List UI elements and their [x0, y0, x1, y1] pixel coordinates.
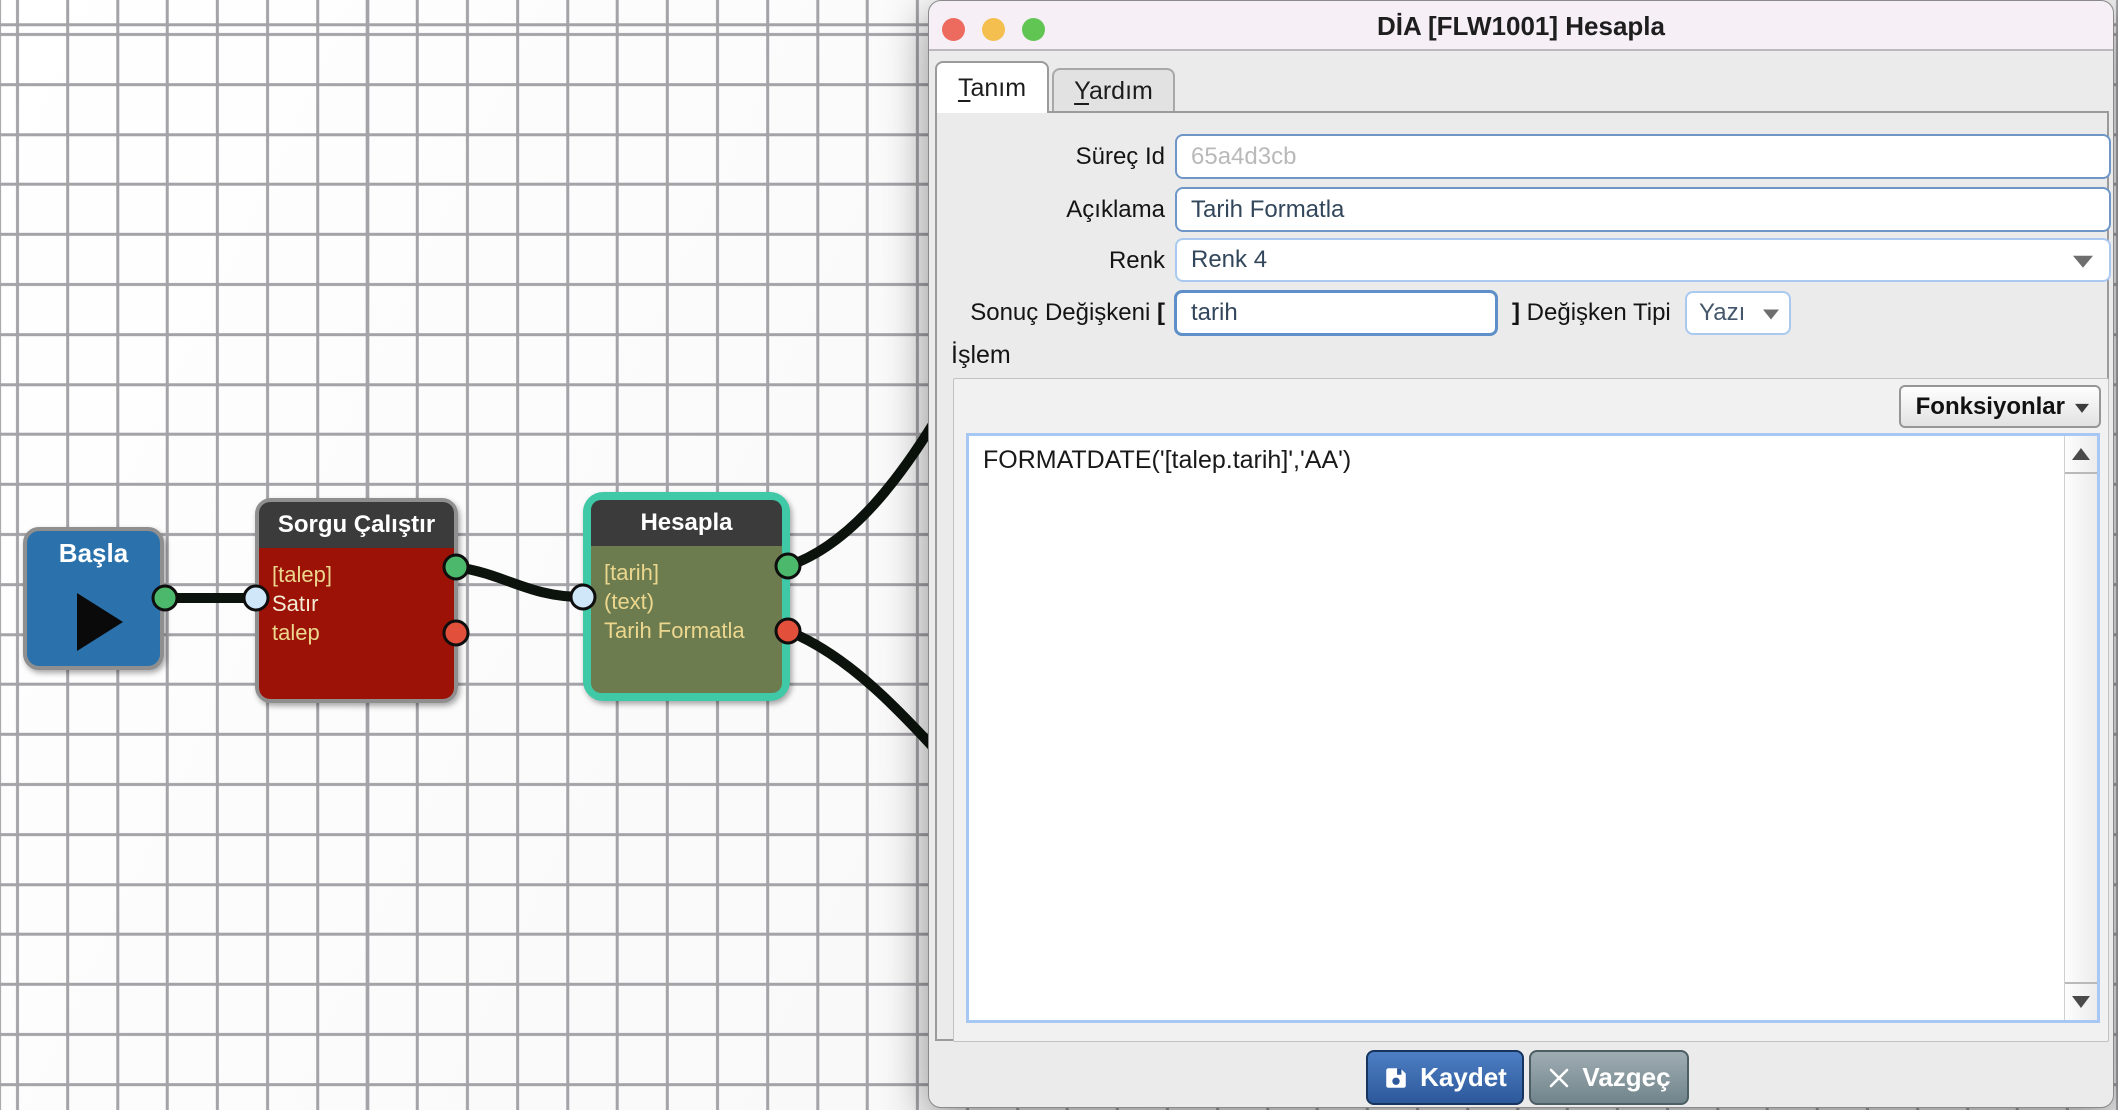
save-icon: [1383, 1065, 1409, 1091]
surec-id-label: Süreç Id: [945, 143, 1165, 171]
close-bracket: ]: [1512, 299, 1520, 326]
save-button[interactable]: Kaydet: [1366, 1050, 1524, 1105]
tab-panel-tanim: Süreç Id Açıklama Renk Renk 4 Sonuç Deği…: [935, 111, 2109, 1041]
node-title: Hesapla: [591, 500, 782, 546]
degisken-tipi-selected-value: Yazı: [1699, 299, 1745, 327]
node-sorgu-calistir[interactable]: Sorgu Çalıştır [talep] Satır talep: [255, 498, 458, 703]
code-editor[interactable]: FORMATDATE('[talep.tarih]','AA'): [966, 433, 2100, 1023]
window-title: DİA [FLW1001] Hesapla: [929, 1, 2113, 51]
node-type-label: Satır: [272, 589, 446, 618]
node-variable-label: [tarih]: [604, 558, 774, 587]
aciklama-input[interactable]: [1175, 187, 2111, 232]
node-body: [talep] Satır talep: [259, 548, 454, 699]
node-description-label: talep: [272, 618, 446, 647]
input-port[interactable]: [570, 584, 597, 611]
renk-label: Renk: [945, 247, 1165, 275]
play-icon: [77, 593, 123, 651]
node-title: Başla: [27, 538, 160, 569]
islem-groupbox: Fonksiyonlar FORMATDATE('[talep.tarih]',…: [953, 378, 2109, 1042]
node-basla[interactable]: Başla: [23, 527, 164, 670]
chevron-down-icon: [1763, 310, 1779, 320]
node-description-label: Tarih Formatla: [604, 616, 774, 645]
dialog-hesapla: DİA [FLW1001] Hesapla Tanım Yardım Süreç…: [928, 0, 2114, 1108]
open-bracket: [: [1157, 299, 1165, 326]
code-text: FORMATDATE('[talep.tarih]','AA'): [969, 436, 2097, 485]
scrollbar-track[interactable]: [2064, 436, 2097, 1020]
degisken-tipi-label: ] Değişken Tipi: [1512, 290, 1671, 336]
degisken-tipi-select[interactable]: Yazı: [1685, 291, 1791, 335]
output-port-error[interactable]: [443, 620, 470, 647]
tab-tanim[interactable]: Tanım: [935, 61, 1049, 113]
scroll-up-button[interactable]: [2065, 436, 2097, 474]
connection-edge[interactable]: [788, 396, 950, 566]
cancel-icon: [1547, 1066, 1571, 1090]
minimize-button[interactable]: [982, 18, 1005, 41]
fonksiyonlar-button[interactable]: Fonksiyonlar: [1899, 385, 2101, 428]
sonuc-degiskeni-input[interactable]: [1174, 290, 1498, 336]
input-port[interactable]: [243, 585, 270, 612]
node-body: [tarih] (text) Tarih Formatla: [591, 546, 782, 693]
cancel-button[interactable]: Vazgeç: [1529, 1050, 1689, 1105]
output-port-success[interactable]: [152, 585, 179, 612]
node-hesapla[interactable]: Hesapla [tarih] (text) Tarih Formatla: [591, 500, 782, 693]
connection-edge[interactable]: [456, 567, 583, 597]
chevron-down-icon: [2075, 403, 2089, 412]
renk-selected-value: Renk 4: [1191, 246, 1267, 274]
islem-label: İşlem: [951, 341, 1011, 370]
zoom-button[interactable]: [1022, 18, 1045, 41]
renk-select[interactable]: Renk 4: [1175, 238, 2111, 282]
dialog-titlebar[interactable]: DİA [FLW1001] Hesapla: [929, 1, 2113, 51]
aciklama-label: Açıklama: [945, 196, 1165, 224]
node-hesapla-selected[interactable]: Hesapla [tarih] (text) Tarih Formatla: [583, 492, 790, 701]
output-port-success[interactable]: [443, 554, 470, 581]
tab-yardim[interactable]: Yardım: [1052, 68, 1175, 113]
node-variable-label: [talep]: [272, 560, 446, 589]
surec-id-input[interactable]: [1175, 134, 2111, 179]
scroll-up-icon: [2072, 448, 2090, 460]
scroll-down-button[interactable]: [2065, 982, 2097, 1020]
output-port-success[interactable]: [775, 553, 802, 580]
sonuc-degiskeni-label: Sonuç Değişkeni [: [945, 299, 1165, 327]
node-type-label: (text): [604, 587, 774, 616]
node-title: Sorgu Çalıştır: [259, 502, 454, 548]
close-button[interactable]: [942, 18, 965, 41]
chevron-down-icon: [2073, 256, 2093, 268]
output-port-error[interactable]: [775, 618, 802, 645]
scroll-down-icon: [2072, 996, 2090, 1008]
